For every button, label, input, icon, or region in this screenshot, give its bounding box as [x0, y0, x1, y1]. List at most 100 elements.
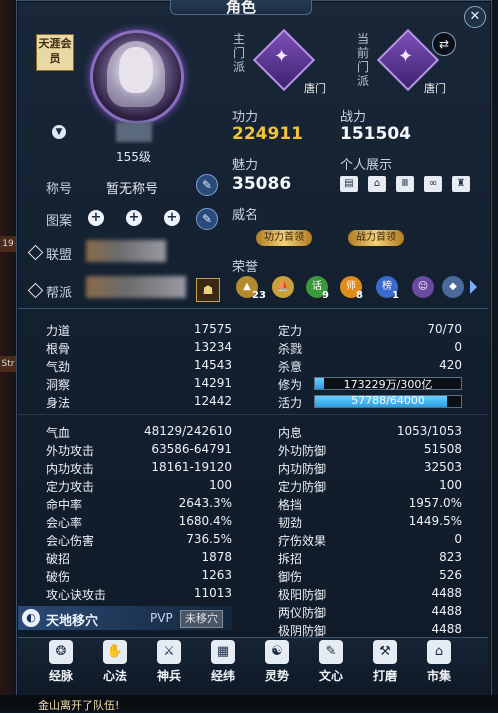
zhanli-value: 151504	[340, 124, 411, 144]
combat-label: 御伤	[278, 570, 303, 584]
huoli-text: 57788/64000	[351, 394, 425, 407]
avatar[interactable]	[90, 30, 184, 124]
combat-value: 1053/1053	[396, 424, 462, 438]
weapon-icon: ⚔	[157, 640, 181, 664]
dingli-value: 70/70	[427, 322, 462, 336]
attr-value: 13234	[193, 340, 232, 354]
guild-emblem-icon[interactable]: ☗	[196, 278, 220, 302]
combat-value: 1449.5%	[408, 514, 462, 528]
nav-item[interactable]: ✎ 文心	[306, 640, 356, 684]
title-label: 称号	[46, 182, 73, 197]
main-sect-label: 主门派	[232, 32, 245, 74]
meili-value: 35086	[232, 174, 292, 194]
combat-value: 526	[439, 568, 462, 582]
market-icon: ⌂	[427, 640, 451, 664]
nav-item[interactable]: ⚒ 打磨	[360, 640, 410, 684]
tiandi-label[interactable]: 天地移穴	[46, 610, 98, 629]
combat-label: 内息	[278, 426, 303, 440]
alliance-label: 联盟	[46, 248, 73, 263]
attr-value: 14543	[193, 358, 232, 372]
combat-label: 攻心诀攻击	[46, 588, 107, 602]
outfit-icon[interactable]: ♜	[452, 176, 470, 192]
player-level: 155级	[116, 150, 151, 164]
alliance-name-blurred	[86, 240, 166, 262]
combat-value: 1878	[201, 550, 232, 564]
combat-label: 外功攻击	[46, 444, 95, 458]
dingli-label: 定力	[278, 324, 303, 338]
window-title: 角色	[170, 0, 312, 16]
guild-label: 帮派	[46, 286, 73, 301]
nav-label: 经纬	[210, 669, 235, 683]
acupoint-icon: ◐	[22, 609, 40, 627]
shayi-label: 杀意	[278, 360, 303, 374]
honor-glyph-3: 榜	[382, 281, 392, 292]
hammer-icon: ⚒	[373, 640, 397, 664]
pattern-add-button-1[interactable]: +	[88, 210, 104, 226]
attr-value: 14291	[193, 376, 232, 390]
edit-pattern-icon[interactable]: ✎	[196, 208, 218, 230]
info-dropdown-icon[interactable]: ▼	[52, 125, 66, 139]
combat-value: 0	[454, 532, 462, 546]
title-tag-gongli[interactable]: 功力首领	[256, 230, 312, 246]
attr-label: 力道	[46, 324, 71, 338]
current-sect-name: 唐门	[424, 82, 446, 95]
combat-label: 破伤	[46, 570, 71, 584]
nav-label: 打磨	[372, 669, 397, 683]
close-icon[interactable]: ✕	[464, 6, 486, 28]
xiuwei-label: 修为	[278, 378, 303, 392]
combat-value: 48129/242610	[143, 424, 232, 438]
nav-label: 文心	[318, 669, 343, 683]
combat-label: 疗伤效果	[278, 534, 327, 548]
honor-face-icon[interactable]: ☺	[412, 276, 434, 298]
combat-label: 命中率	[46, 498, 83, 512]
huoli-bar: 57788/64000	[314, 394, 462, 408]
pattern-add-button-3[interactable]: +	[164, 210, 180, 226]
huoli-label: 活力	[278, 396, 303, 410]
xiuwei-text: 173229万/300亿	[343, 378, 433, 391]
shalu-label: 杀戮	[278, 342, 303, 356]
edit-title-icon[interactable]: ✎	[196, 174, 218, 196]
combat-label: 会心率	[46, 516, 83, 530]
member-badge: 天涯会员	[36, 34, 74, 71]
honor-next-arrow-icon[interactable]	[470, 280, 477, 294]
combat-label: 韧劲	[278, 516, 303, 530]
attr-label: 洞察	[46, 378, 71, 392]
nav-item[interactable]: ⚔ 神兵	[144, 640, 194, 684]
id-card-icon[interactable]: ▤	[340, 176, 358, 192]
combat-value: 1680.4%	[178, 514, 232, 528]
combat-label: 极阳防御	[278, 588, 327, 602]
honor-sail-icon[interactable]: ⛵	[272, 276, 294, 298]
pavilion-icon[interactable]: Ⅲ	[396, 176, 414, 192]
nav-label: 灵势	[264, 669, 289, 683]
spirit-icon: ☯	[265, 640, 289, 664]
honor-count-1: 23	[252, 290, 266, 301]
showcase-label: 个人展示	[340, 158, 393, 173]
house-icon[interactable]: ⌂	[368, 176, 386, 192]
combat-label: 格挡	[278, 498, 303, 512]
meridian-icon: ❂	[49, 640, 73, 664]
pattern-add-button-2[interactable]: +	[126, 210, 142, 226]
nav-item[interactable]: ▦ 经纬	[198, 640, 248, 684]
avatar-face	[119, 47, 153, 93]
combat-label: 两仪防御	[278, 606, 327, 620]
pvp-status-badge: 未移穴	[180, 610, 223, 628]
divider	[18, 308, 488, 309]
gongli-label: 功力	[232, 110, 259, 125]
nav-item[interactable]: ✋ 心法	[90, 640, 140, 684]
xiuwei-bar: 173229万/300亿	[314, 377, 462, 391]
shalu-value: 0	[454, 340, 462, 354]
attr-label: 气劲	[46, 360, 71, 374]
nav-label: 神兵	[156, 669, 181, 683]
attr-value: 17575	[193, 322, 232, 336]
swap-sect-icon[interactable]: ⇄	[432, 32, 456, 56]
combat-value: 51508	[423, 442, 462, 456]
mount-icon[interactable]: ∞	[424, 176, 442, 192]
nav-item[interactable]: ⌂ 市集	[414, 640, 464, 684]
honor-extra-icon[interactable]: ◆	[442, 276, 464, 298]
nav-item[interactable]: ❂ 经脉	[36, 640, 86, 684]
honor-count-3: 8	[356, 290, 363, 301]
fan-icon: ✦	[398, 46, 414, 67]
nav-item[interactable]: ☯ 灵势	[252, 640, 302, 684]
attr-label: 身法	[46, 396, 71, 410]
title-tag-zhanli[interactable]: 战力首领	[348, 230, 404, 246]
